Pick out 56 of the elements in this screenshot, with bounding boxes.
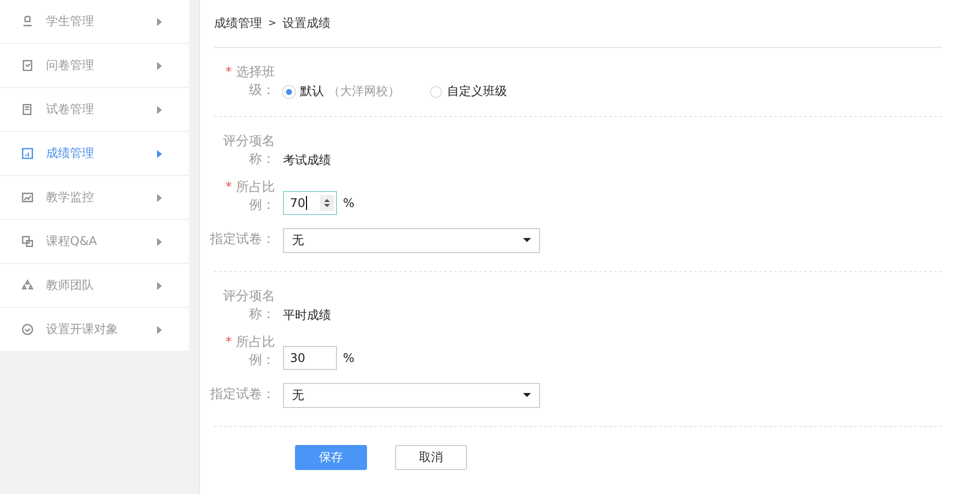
caret-icon (157, 238, 162, 246)
caret-icon (157, 18, 162, 26)
radio-option[interactable]: 自定义班级 (430, 83, 507, 100)
sidebar-item[interactable]: 问卷管理 (0, 44, 189, 88)
radio-note: （大洋网校） (328, 83, 400, 100)
cancel-button[interactable]: 取消 (395, 445, 467, 470)
caret-icon (157, 326, 162, 334)
menu-icon (21, 103, 34, 116)
spinner-icon[interactable] (320, 195, 334, 211)
field-label: 评分项名称： (222, 288, 276, 324)
sidebar-item[interactable]: 试卷管理 (0, 88, 189, 132)
menu-icon (21, 235, 34, 248)
required-mark: * (225, 65, 232, 80)
field-label: 所占比例： (236, 180, 275, 213)
menu-icon (21, 191, 34, 204)
sidebar-item[interactable]: 课程Q&A (0, 220, 189, 264)
field-label: 指定试卷： (210, 386, 275, 404)
field-label: 所占比例： (236, 335, 275, 368)
sidebar-item[interactable]: 教学监控 (0, 176, 189, 220)
caret-icon (157, 62, 162, 70)
sidebar-item[interactable]: 成绩管理 (0, 132, 189, 176)
menu-icon (21, 15, 34, 28)
menu-icon (21, 279, 34, 292)
breadcrumb-separator: > (268, 18, 276, 29)
caret-icon (157, 150, 162, 158)
paper-select[interactable]: 无 (283, 228, 540, 252)
unit-label: % (343, 196, 354, 212)
radio-icon[interactable] (430, 86, 442, 98)
sidebar-item[interactable]: 教师团队 (0, 264, 189, 308)
caret-icon (157, 106, 162, 114)
menu-icon (21, 59, 34, 72)
breadcrumb-item[interactable]: 成绩管理 (214, 15, 262, 32)
caret-icon (157, 282, 162, 290)
required-mark: * (225, 180, 232, 195)
menu-icon (21, 147, 34, 160)
field-label: 指定试卷： (210, 231, 275, 249)
field-value: 平时成绩 (283, 307, 331, 324)
dropdown-caret-icon (523, 238, 531, 242)
radio-label: 自定义班级 (447, 83, 507, 100)
caret-icon (157, 194, 162, 202)
radio-label: 默认 (300, 83, 324, 100)
field-label: 选择班级： (236, 65, 275, 98)
field-value: 考试成绩 (283, 152, 331, 169)
field-label: 评分项名称： (222, 133, 276, 169)
required-mark: * (225, 335, 232, 350)
paper-select[interactable]: 无 (283, 382, 540, 408)
dropdown-caret-icon (523, 393, 531, 397)
number-input[interactable]: 70 (283, 191, 337, 215)
radio-option[interactable]: 默认 （大洋网校） (283, 83, 400, 100)
sidebar-item[interactable]: 设置开课对象 (0, 308, 189, 352)
menu-icon (21, 323, 34, 336)
sidebar-item[interactable]: 学生管理 (0, 0, 189, 44)
save-button[interactable]: 保存 (295, 445, 367, 470)
unit-label: % (343, 351, 354, 367)
number-input[interactable]: 30 (283, 346, 337, 370)
breadcrumb-item: 设置成绩 (282, 15, 330, 32)
